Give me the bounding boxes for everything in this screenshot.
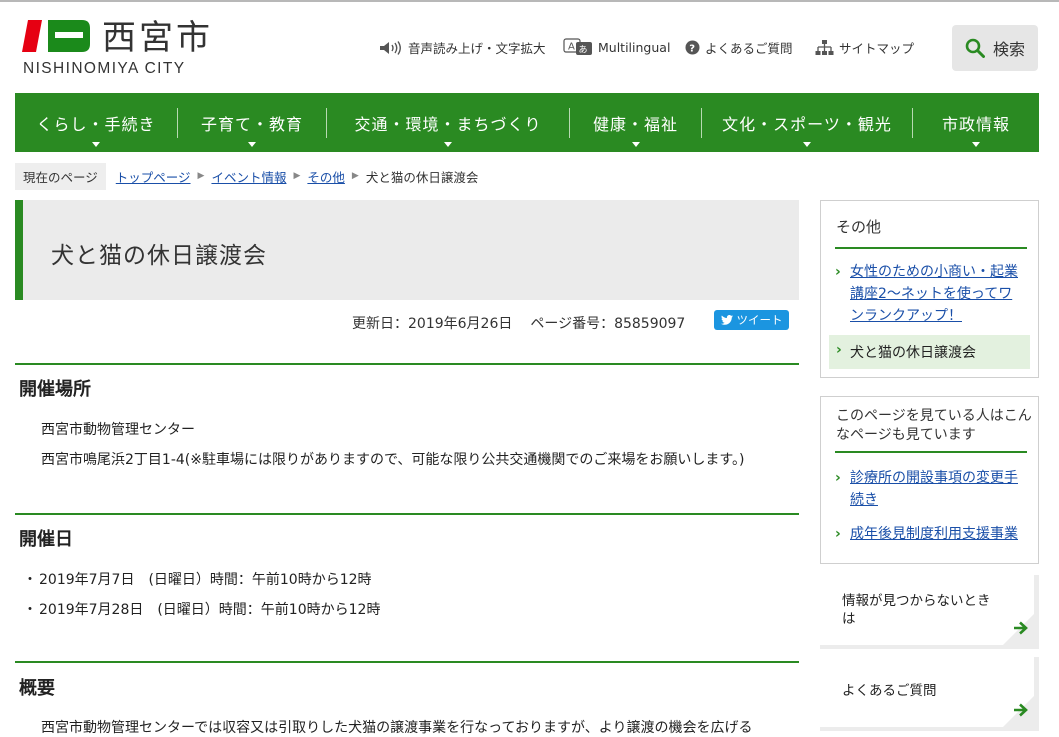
- sidebar-related-title: このページを見ている人はこんなページも見ています: [836, 408, 1032, 443]
- chevron-right-icon: ›: [835, 264, 841, 280]
- sidebar-link-women-business[interactable]: › 女性のための小商い・起業講座2〜ネットを使ってワンランクアップ！: [835, 261, 1025, 327]
- logo-roman: NISHINOMIYA CITY: [23, 60, 186, 77]
- tweet-label: ツイート: [736, 313, 783, 327]
- city-emblem-icon: [22, 20, 90, 52]
- sidebar-link-label: 女性のための小商い・起業講座2〜ネットを使ってワンランクアップ！: [850, 264, 1018, 324]
- card-label: 情報が見つからないときは: [842, 593, 991, 627]
- chevron-right-icon: ›: [836, 342, 842, 358]
- sidebar-item-current[interactable]: › 犬と猫の休日譲渡会: [829, 335, 1030, 369]
- breadcrumb-link-other[interactable]: その他: [307, 167, 345, 186]
- breadcrumb-separator-icon: ▶: [197, 171, 205, 181]
- page-number: ページ番号：85859097: [530, 316, 686, 332]
- bullet-dot-icon: ・: [23, 602, 37, 618]
- section-heading-dates: 開催日: [19, 529, 73, 550]
- arrow-right-icon: [1014, 703, 1028, 717]
- breadcrumb-separator-icon: ▶: [351, 171, 359, 181]
- nav-item-label: くらし・手続き: [36, 114, 156, 134]
- site-logo[interactable]: 西宮市 NISHINOMIYA CITY: [22, 14, 222, 80]
- translate-icon: A あ: [563, 38, 592, 56]
- breadcrumb-link-top[interactable]: トップページ: [116, 167, 191, 186]
- venue-address: 西宮市鳴尾浜2丁目1-4(※駐車場には限りがありますので、可能な限り公共交通機関…: [41, 452, 745, 468]
- section-divider: [15, 661, 799, 663]
- search-button[interactable]: 検索: [952, 25, 1038, 71]
- svg-text:A: A: [568, 42, 575, 53]
- sidebar-current-label: 犬と猫の休日譲渡会: [850, 345, 976, 361]
- venue-name: 西宮市動物管理センター: [41, 422, 195, 438]
- page-title-box: 犬と猫の休日譲渡会: [15, 200, 799, 300]
- list-item: ・ 2019年7月7日 (日曜日）時間：午前10時から12時: [23, 569, 372, 589]
- search-icon: [965, 38, 985, 58]
- faq-card[interactable]: よくあるご質問: [820, 657, 1039, 731]
- summary-text: 西宮市動物管理センターでは収容又は引取りした犬猫の譲渡事業を行なっておりますが、…: [41, 720, 753, 736]
- sidebar-category-box: その他 › 女性のための小商い・起業講座2〜ネットを使ってワンランクアップ！ ›…: [820, 200, 1039, 378]
- list-item: ・ 2019年7月28日 (日曜日）時間：午前10時から12時: [23, 599, 380, 619]
- nav-item-label: 交通・環境・まちづくり: [354, 114, 542, 134]
- caret-down-icon: [444, 142, 452, 147]
- page-title: 犬と猫の休日譲渡会: [51, 243, 267, 269]
- global-nav: くらし・手続き 子育て・教育 交通・環境・まちづくり 健康・福祉 文化・スポーツ…: [15, 93, 1039, 152]
- multilingual-link[interactable]: A あ Multilingual: [563, 38, 670, 56]
- caret-down-icon: [248, 142, 256, 147]
- speaker-icon: [380, 40, 401, 55]
- caret-down-icon: [631, 142, 640, 147]
- date-item-text: 2019年7月28日 (日曜日）時間：午前10時から12時: [39, 602, 381, 618]
- sidebar-divider: [835, 451, 1027, 453]
- breadcrumb-here-label: 現在のページ: [15, 162, 106, 190]
- card-label: よくあるご質問: [842, 683, 937, 699]
- top-border: [0, 0, 1059, 2]
- caret-down-icon: [92, 142, 100, 147]
- date-item-text: 2019年7月7日 (日曜日）時間：午前10時から12時: [39, 572, 372, 588]
- faq-link[interactable]: ? よくあるご質問: [685, 38, 793, 57]
- logo-kanji: 西宮市: [102, 18, 213, 58]
- faq-label: よくあるご質問: [705, 41, 793, 56]
- sidebar-category-title: その他: [836, 218, 882, 236]
- sitemap-label: サイトマップ: [839, 41, 915, 56]
- voice-reader-link[interactable]: 音声読み上げ・文字拡大: [379, 38, 546, 57]
- caret-down-icon: [803, 142, 811, 147]
- svg-text:?: ?: [689, 44, 695, 55]
- nav-item-label: 市政情報: [941, 114, 1010, 134]
- nav-item-living[interactable]: くらし・手続き: [15, 93, 177, 152]
- sitemap-icon: [815, 39, 834, 55]
- sidebar-link-label: 成年後見制度利用支援事業: [850, 526, 1018, 542]
- breadcrumb-current: 犬と猫の休日譲渡会: [365, 169, 479, 185]
- section-heading-summary: 概要: [19, 678, 55, 699]
- multilingual-label: Multilingual: [598, 39, 671, 55]
- bullet-dot-icon: ・: [23, 572, 37, 588]
- breadcrumb-separator-icon: ▶: [293, 171, 301, 181]
- section-divider: [15, 363, 799, 365]
- sidebar-link-clinic-change[interactable]: › 診療所の開設事項の変更手続き: [835, 467, 1025, 511]
- sitemap-link[interactable]: サイトマップ: [815, 38, 914, 57]
- breadcrumb-link-events[interactable]: イベント情報: [211, 167, 286, 186]
- page-meta: 更新日：2019年6月26日 ページ番号：85859097: [352, 313, 685, 333]
- nav-item-city-info[interactable]: 市政情報: [913, 93, 1039, 152]
- nav-item-childcare[interactable]: 子育て・教育: [178, 93, 326, 152]
- chevron-right-icon: ›: [835, 526, 841, 542]
- twitter-bird-icon: [720, 315, 733, 325]
- voice-reader-label: 音声読み上げ・文字拡大: [408, 41, 546, 56]
- sidebar-related-box: このページを見ている人はこんなページも見ています › 診療所の開設事項の変更手続…: [820, 396, 1039, 564]
- nav-item-label: 文化・スポーツ・観光: [722, 114, 892, 134]
- section-heading-venue: 開催場所: [19, 379, 91, 400]
- nav-item-traffic[interactable]: 交通・環境・まちづくり: [327, 93, 569, 152]
- arrow-right-icon: [1014, 621, 1028, 635]
- breadcrumb: 現在のページ トップページ ▶ イベント情報 ▶ その他 ▶ 犬と猫の休日譲渡会: [15, 162, 479, 190]
- tweet-button[interactable]: ツイート: [714, 310, 789, 330]
- chevron-right-icon: ›: [835, 470, 841, 486]
- section-divider: [15, 513, 799, 515]
- nav-item-culture[interactable]: 文化・スポーツ・観光: [702, 93, 912, 152]
- nav-item-label: 健康・福祉: [592, 114, 678, 134]
- search-label: 検索: [992, 40, 1025, 59]
- sidebar-link-guardianship[interactable]: › 成年後見制度利用支援事業: [835, 523, 1025, 545]
- sidebar-link-label: 診療所の開設事項の変更手続き: [850, 470, 1018, 508]
- sidebar-divider: [835, 247, 1027, 249]
- updated-date: 更新日：2019年6月26日: [352, 316, 513, 332]
- nav-item-health[interactable]: 健康・福祉: [570, 93, 701, 152]
- question-circle-icon: ?: [685, 40, 700, 55]
- nav-item-label: 子育て・教育: [200, 114, 303, 134]
- not-found-card[interactable]: 情報が見つからないときは: [820, 575, 1039, 649]
- svg-text:あ: あ: [579, 45, 588, 56]
- caret-down-icon: [972, 142, 980, 147]
